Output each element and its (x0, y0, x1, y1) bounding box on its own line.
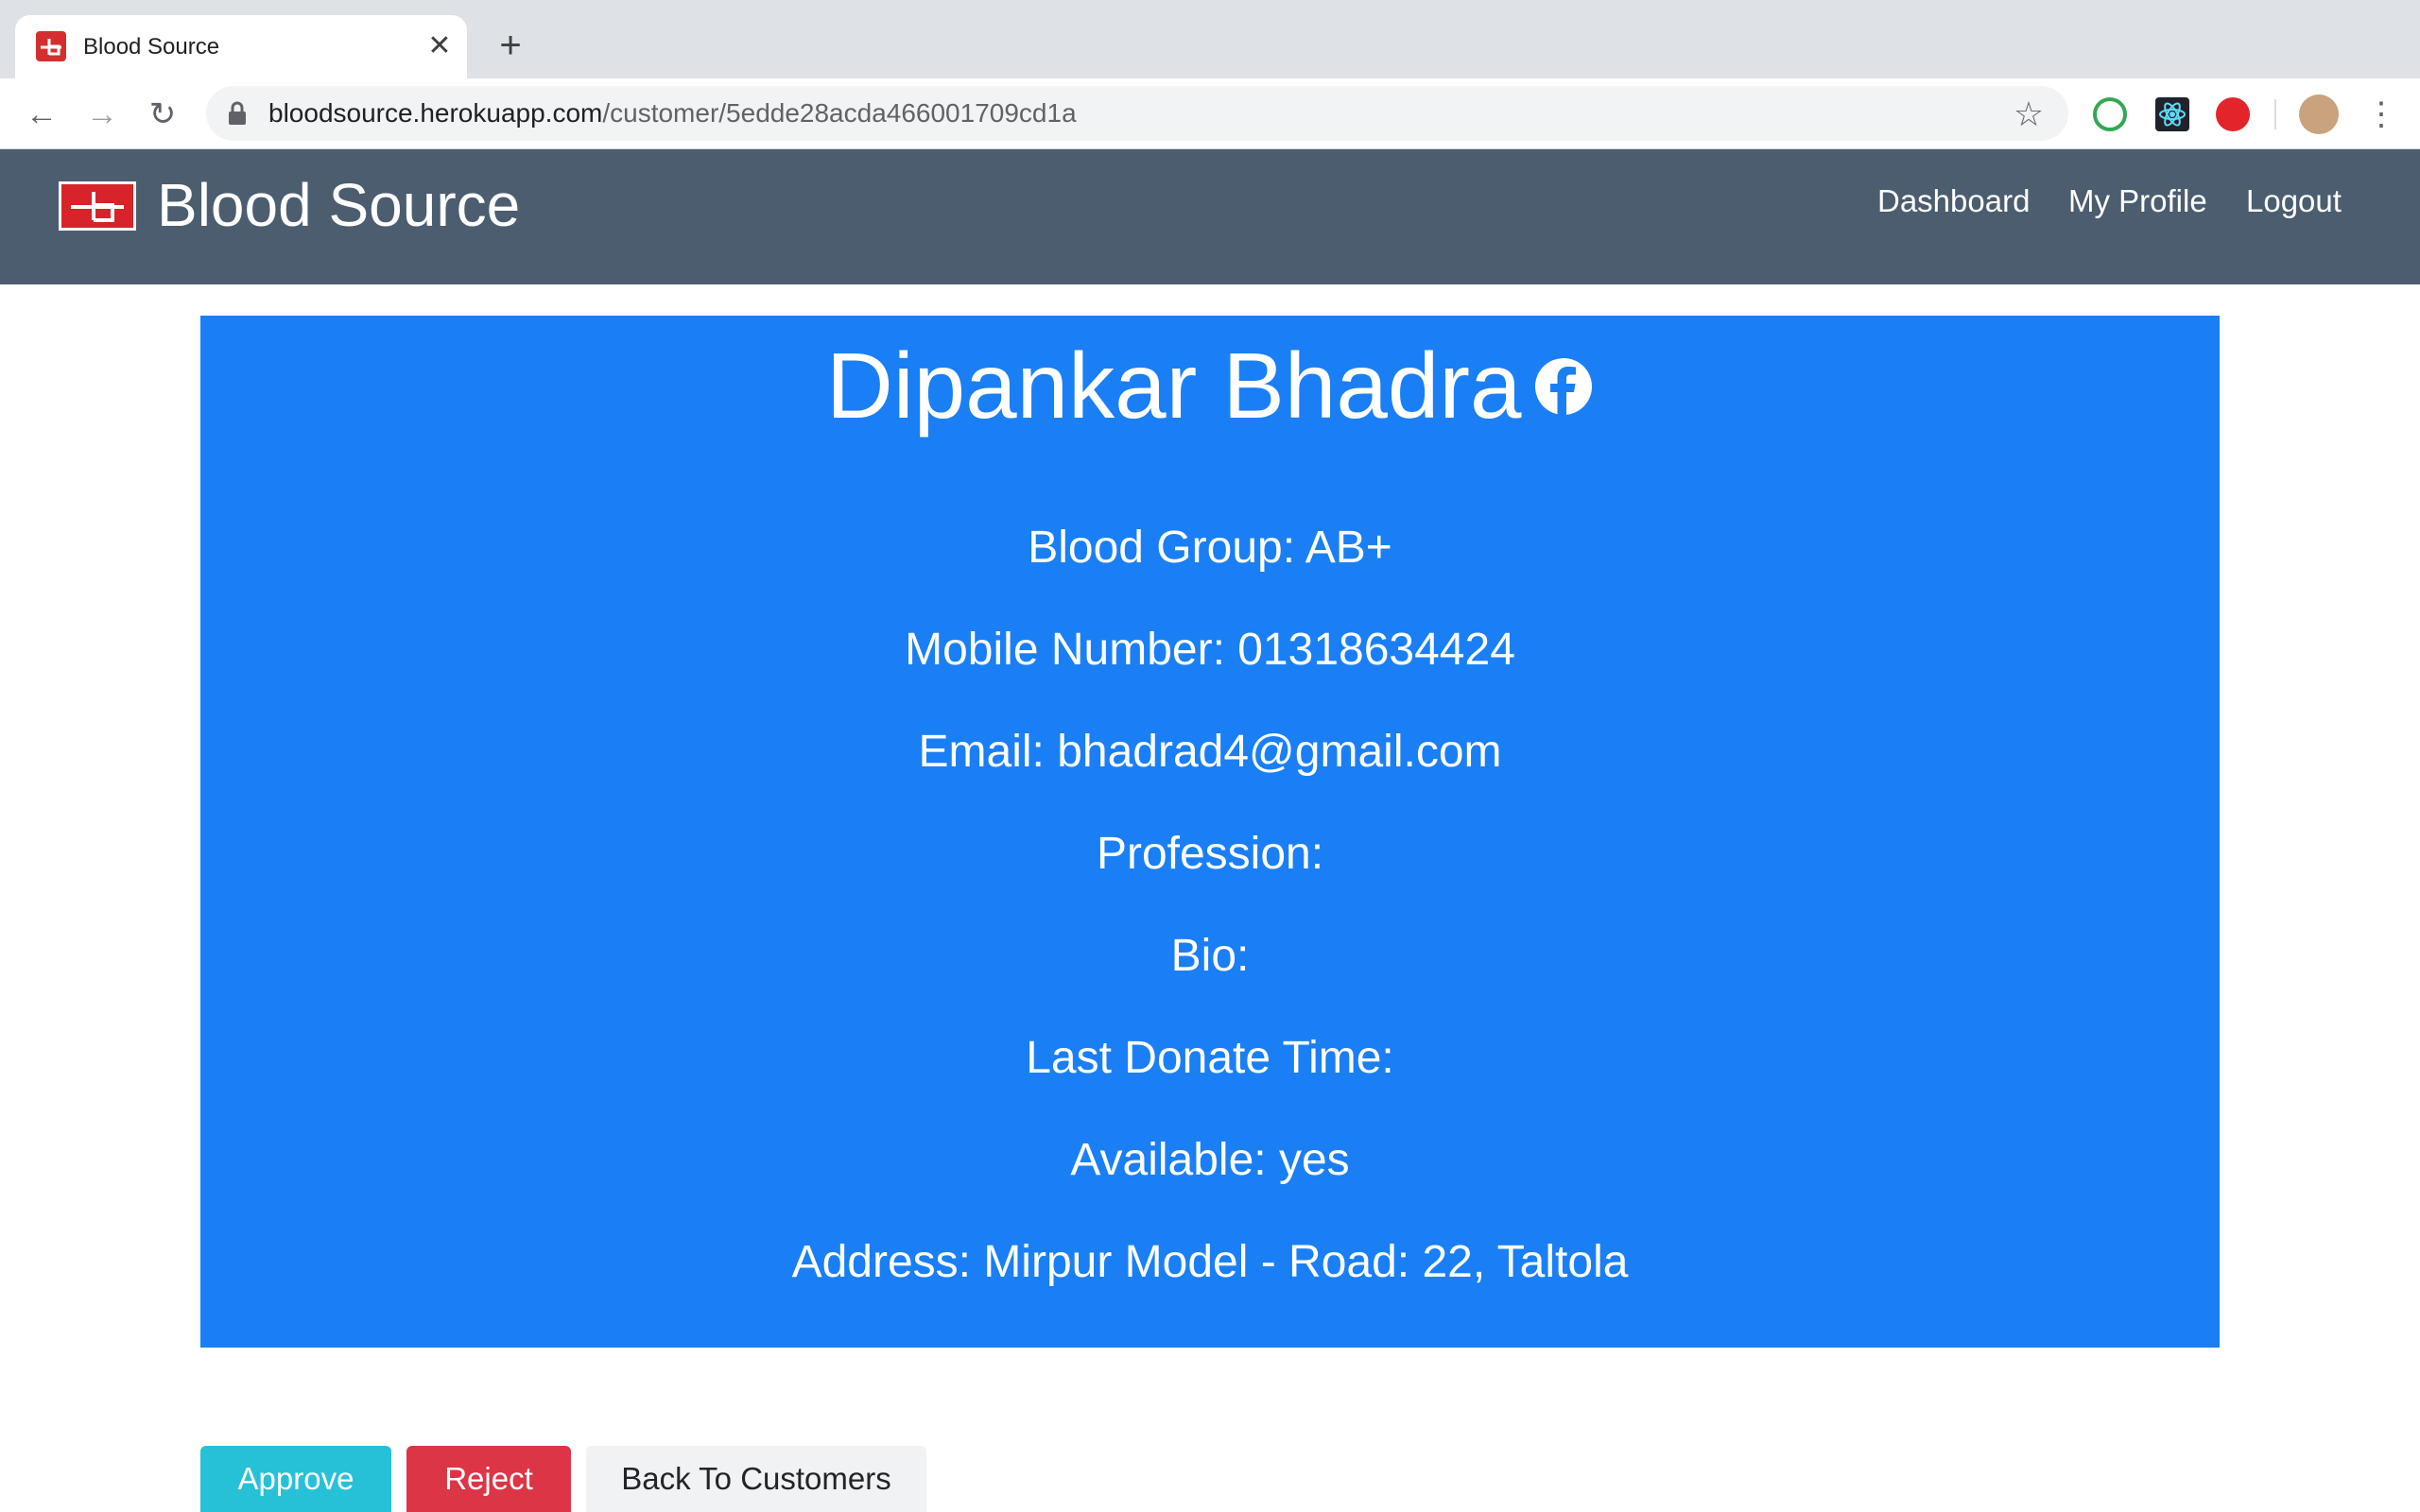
profile-card: Dipankar Bhadra Blood Group: AB+ Mobile … (200, 316, 2220, 1348)
bio: Bio: (1170, 931, 1250, 981)
browser-tab[interactable]: Blood Source ✕ (15, 15, 467, 78)
brand-logo-icon[interactable] (59, 181, 136, 231)
reload-icon[interactable]: ↻ (144, 95, 182, 133)
extension-target-icon[interactable] (2093, 97, 2127, 131)
react-devtools-icon[interactable] (2155, 97, 2189, 131)
profile-header: Dipankar Bhadra (200, 333, 2220, 439)
approve-button[interactable]: Approve (200, 1446, 391, 1512)
address-bar[interactable]: bloodsource.herokuapp.com/customer/5edde… (206, 86, 2068, 141)
browser-tabstrip: Blood Source ✕ + (0, 0, 2420, 78)
avatar[interactable] (2299, 94, 2339, 134)
toolbar-divider (2274, 99, 2276, 129)
blood-group: Blood Group: AB+ (1028, 523, 1392, 573)
availability: Available: yes (1070, 1135, 1350, 1185)
email: Email: bhadrad4@gmail.com (918, 727, 1502, 777)
address: Address: Mirpur Model - Road: 22, Taltol… (791, 1237, 1629, 1287)
bookmark-star-icon[interactable]: ☆ (2010, 95, 2048, 133)
new-tab-icon[interactable]: + (492, 26, 529, 65)
brand-name[interactable]: Blood Source (157, 170, 520, 240)
nav-my-profile[interactable]: My Profile (2068, 183, 2207, 219)
facebook-icon[interactable] (1533, 356, 1594, 417)
last-donate-time: Last Donate Time: (1026, 1033, 1394, 1083)
profession: Profession: (1096, 829, 1324, 879)
adblock-icon[interactable] (2216, 97, 2250, 131)
forward-arrow-icon[interactable]: → (83, 95, 121, 133)
mobile-number: Mobile Number: 01318634424 (905, 625, 1515, 675)
url-text: bloodsource.herokuapp.com/customer/5edde… (268, 98, 1077, 129)
nav-logout[interactable]: Logout (2246, 183, 2342, 219)
nav-dashboard[interactable]: Dashboard (1877, 183, 2030, 219)
url-host: bloodsource.herokuapp.com (268, 98, 603, 128)
back-to-customers-button[interactable]: Back To Customers (586, 1446, 926, 1512)
browser-toolbar: ← → ↻ bloodsource.herokuapp.com/customer… (0, 78, 2420, 149)
browser-menu-icon[interactable]: ⋮ (2365, 95, 2397, 133)
profile-name: Dipankar Bhadra (826, 334, 1522, 438)
lock-icon (229, 101, 246, 125)
back-arrow-icon[interactable]: ← (23, 95, 60, 133)
tab-title: Blood Source (83, 34, 220, 60)
app-navbar: Blood Source Dashboard My Profile Logout (0, 149, 2420, 284)
url-path: /customer/5edde28acda466001709cd1a (602, 98, 1077, 128)
reject-button[interactable]: Reject (406, 1446, 571, 1512)
tab-close-icon[interactable]: ✕ (424, 30, 456, 62)
site-favicon-icon (36, 31, 66, 61)
